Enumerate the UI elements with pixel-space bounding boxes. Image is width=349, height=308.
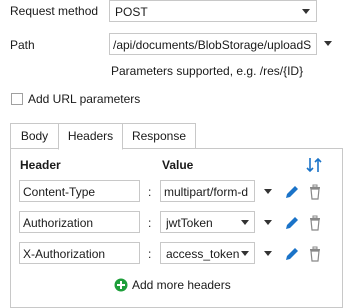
request-method-label: Request method <box>10 4 99 18</box>
value-column-title: Value <box>162 158 194 172</box>
chevron-down-icon[interactable] <box>264 189 272 194</box>
sort-icon[interactable] <box>306 156 324 174</box>
add-more-headers-button[interactable]: Add more headers <box>114 277 231 293</box>
pencil-icon[interactable] <box>284 246 300 262</box>
trash-icon[interactable] <box>307 184 323 200</box>
path-dropdown-chevron-down-icon[interactable] <box>324 41 332 46</box>
pencil-icon[interactable] <box>284 184 300 200</box>
trash-icon[interactable] <box>307 215 323 231</box>
row-separator: : <box>148 216 152 230</box>
trash-icon[interactable] <box>307 246 323 262</box>
header-value-input-content-type[interactable]: multipart/form-d <box>160 180 255 202</box>
header-name-input-authorization[interactable]: Authorization <box>19 211 140 233</box>
add-more-headers-label: Add more headers <box>132 277 231 292</box>
chevron-down-icon <box>302 9 310 14</box>
path-input[interactable]: /api/documents/BlobStorage/uploadS <box>109 33 317 55</box>
row-separator: : <box>148 185 152 199</box>
tab-headers[interactable]: Headers <box>58 123 123 150</box>
path-label: Path <box>10 38 35 52</box>
header-name-input-x-authorization[interactable]: X-Authorization <box>19 242 140 264</box>
add-url-params-checkbox[interactable] <box>11 93 23 105</box>
plus-circle-icon <box>114 278 128 292</box>
header-value-select-authorization[interactable]: jwtToken <box>160 211 255 233</box>
chevron-down-icon[interactable] <box>264 220 272 225</box>
path-value: /api/documents/BlobStorage/uploadS <box>113 38 312 52</box>
header-name-input-content-type[interactable]: Content-Type <box>19 180 140 202</box>
chevron-down-icon <box>241 251 249 256</box>
path-hint: Parameters supported, e.g. /res/{ID} <box>111 64 304 78</box>
chevron-down-icon[interactable] <box>264 251 272 256</box>
header-value-select-x-authorization[interactable]: access_token <box>160 242 255 264</box>
request-method-value: POST <box>115 5 148 19</box>
row-separator: : <box>148 247 152 261</box>
chevron-down-icon <box>241 220 249 225</box>
add-url-params-label: Add URL parameters <box>28 92 141 106</box>
header-column-title: Header <box>20 158 61 172</box>
pencil-icon[interactable] <box>284 215 300 231</box>
request-method-select[interactable]: POST <box>109 0 317 22</box>
tab-response[interactable]: Response <box>122 123 196 149</box>
tab-body[interactable]: Body <box>10 123 59 149</box>
